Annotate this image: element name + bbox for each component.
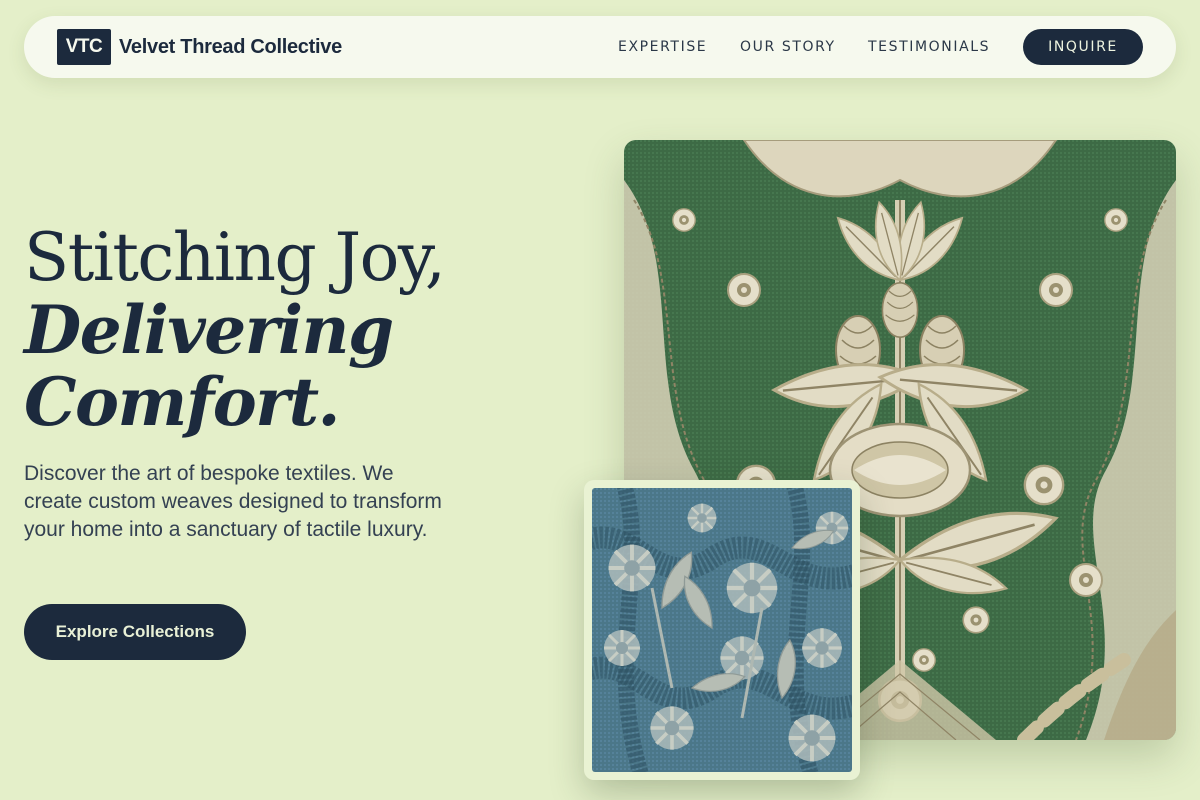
hero-title-line-1: Stitching Joy,: [24, 219, 446, 296]
top-nav: VTC Velvet Thread Collective EXPERTISE O…: [24, 16, 1176, 78]
explore-collections-button[interactable]: Explore Collections: [24, 604, 246, 660]
hero-description: Discover the art of bespoke textiles. We…: [24, 462, 442, 541]
blue-brocade-textile-image: [592, 488, 852, 772]
nav-link-testimonials[interactable]: TESTIMONIALS: [868, 38, 990, 56]
hero-title-line-3: Comfort.: [24, 363, 341, 441]
blue-brocade-textile-card: [584, 480, 860, 780]
inquire-button[interactable]: INQUIRE: [1023, 29, 1143, 65]
logo-mark[interactable]: VTC: [57, 29, 111, 65]
hero-title: Stitching Joy, Delivering Comfort.: [24, 219, 544, 441]
nav-link-expertise[interactable]: EXPERTISE: [618, 38, 707, 56]
nav-link-our-story[interactable]: OUR STORY: [740, 38, 836, 56]
brand-name[interactable]: Velvet Thread Collective: [119, 34, 342, 60]
hero-title-line-2: Delivering: [24, 291, 394, 369]
